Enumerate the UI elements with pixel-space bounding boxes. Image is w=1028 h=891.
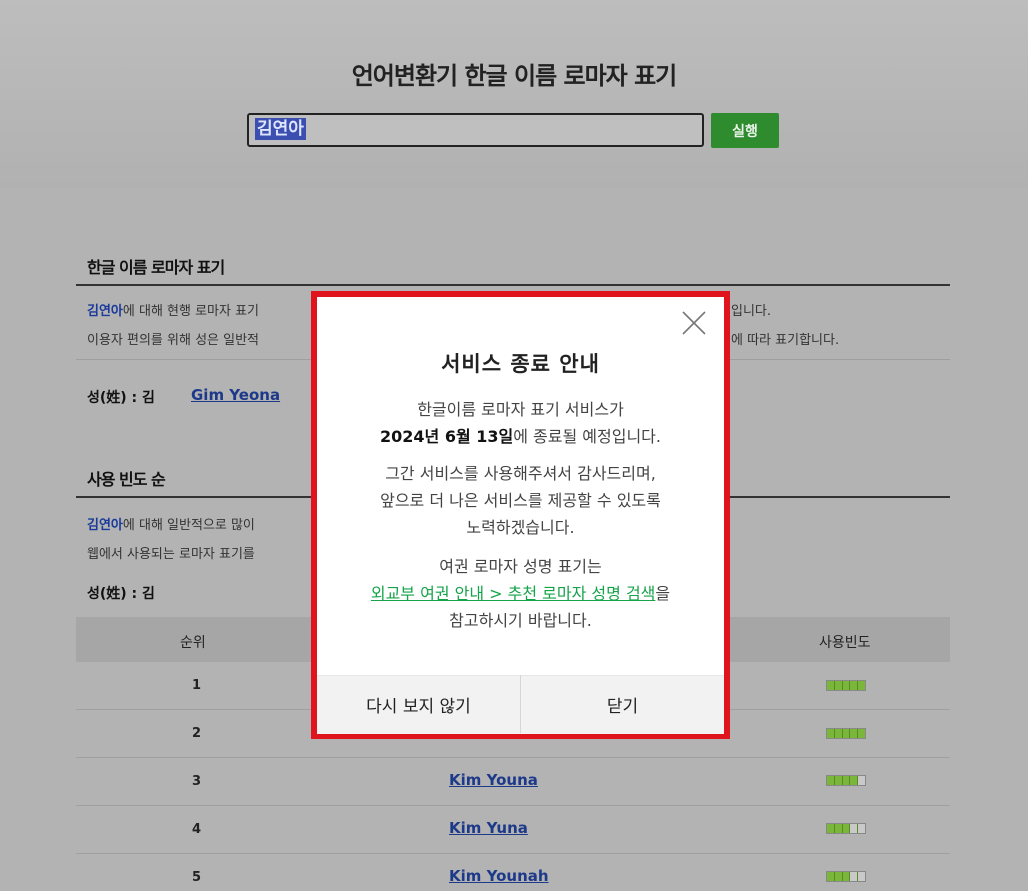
section1-line2: 이용자 편의를 위해 성은 일반적 — [87, 333, 260, 348]
modal-text: 앞으로 더 나은 서비스를 제공할 수 있도록 — [380, 491, 661, 510]
rank-cell: 4 — [192, 822, 202, 837]
modal-text: 2024년 6월 13일에 종료될 예정입니다. — [311, 423, 730, 447]
close-button[interactable]: 닫기 — [521, 675, 724, 733]
search-input[interactable] — [247, 113, 704, 147]
rank-cell: 3 — [192, 774, 202, 789]
name-highlight: 김연아 — [87, 518, 123, 533]
surname-label: 성(姓) : 김 — [87, 586, 155, 602]
section1-line2-tail: 에 따라 표기합니다. — [731, 333, 840, 348]
modal-text: 노력하겠습니다. — [466, 518, 575, 537]
modal-text-tail: 에 종료될 예정입니다. — [513, 427, 661, 446]
modal-text: 참고하시기 바랍니다. — [449, 611, 592, 630]
frequency-bar — [826, 680, 866, 691]
section1-line1-tail: 입니다. — [731, 304, 772, 319]
row-divider — [76, 853, 950, 854]
roman-name-link[interactable]: Kim Younah — [449, 867, 549, 885]
section-divider — [76, 284, 950, 286]
section2-line1-text: 에 대해 일반적으로 많이 — [122, 518, 255, 533]
search-input-value[interactable]: 김연아 — [255, 118, 306, 140]
passport-guide-link[interactable]: 외교부 여권 안내 > 추천 로마자 성명 검색 — [371, 584, 656, 603]
modal-text: 한글이름 로마자 표기 서비스가 — [417, 400, 624, 419]
section2-line1: 김연아에 대해 일반적으로 많이 — [87, 514, 255, 533]
col-rank-header: 순위 — [180, 635, 206, 651]
dont-show-again-button[interactable]: 다시 보지 않기 — [317, 675, 520, 733]
surname-label: 성(姓) : 김 — [87, 390, 155, 406]
row-divider — [76, 757, 950, 758]
end-date: 2024년 6월 13일 — [380, 427, 514, 446]
frequency-bar — [826, 728, 866, 739]
modal-text: 여권 로마자 성명 표기는 — [439, 557, 602, 576]
surname-roman-link[interactable]: Gim Yeona — [191, 386, 280, 404]
frequency-bar — [826, 775, 866, 786]
name-highlight: 김연아 — [87, 304, 123, 319]
section2-line2: 웹에서 사용되는 로마자 표기를 — [87, 547, 255, 562]
roman-name-link[interactable]: Kim Yuna — [449, 819, 528, 837]
frequency-bar — [826, 823, 866, 834]
modal-title: 서비스 종료 안내 — [441, 352, 600, 376]
section1-line1-text: 에 대해 현행 로마자 표기 — [122, 304, 260, 319]
modal-text: 외교부 여권 안내 > 추천 로마자 성명 검색을 — [311, 580, 730, 604]
rank-cell: 1 — [192, 678, 202, 693]
frequency-section-title: 사용 빈도 순 — [87, 470, 166, 489]
romanization-section-title: 한글 이름 로마자 표기 — [87, 258, 225, 277]
page-title: 언어변환기 한글 이름 로마자 표기 — [351, 62, 678, 90]
section1-line1: 김연아에 대해 현행 로마자 표기 — [87, 300, 259, 319]
rank-cell: 5 — [192, 870, 202, 885]
roman-name-link[interactable]: Kim Youna — [449, 771, 538, 789]
row-divider — [76, 805, 950, 806]
modal-text-tail: 을 — [655, 584, 671, 603]
modal-text: 그간 서비스를 사용해주셔서 감사드리며, — [385, 464, 656, 483]
run-button[interactable]: 실행 — [711, 113, 779, 148]
rank-cell: 2 — [192, 726, 202, 741]
col-freq-header: 사용빈도 — [819, 635, 871, 651]
frequency-bar — [826, 871, 866, 882]
close-icon[interactable] — [682, 311, 706, 335]
header-band — [0, 0, 1028, 188]
